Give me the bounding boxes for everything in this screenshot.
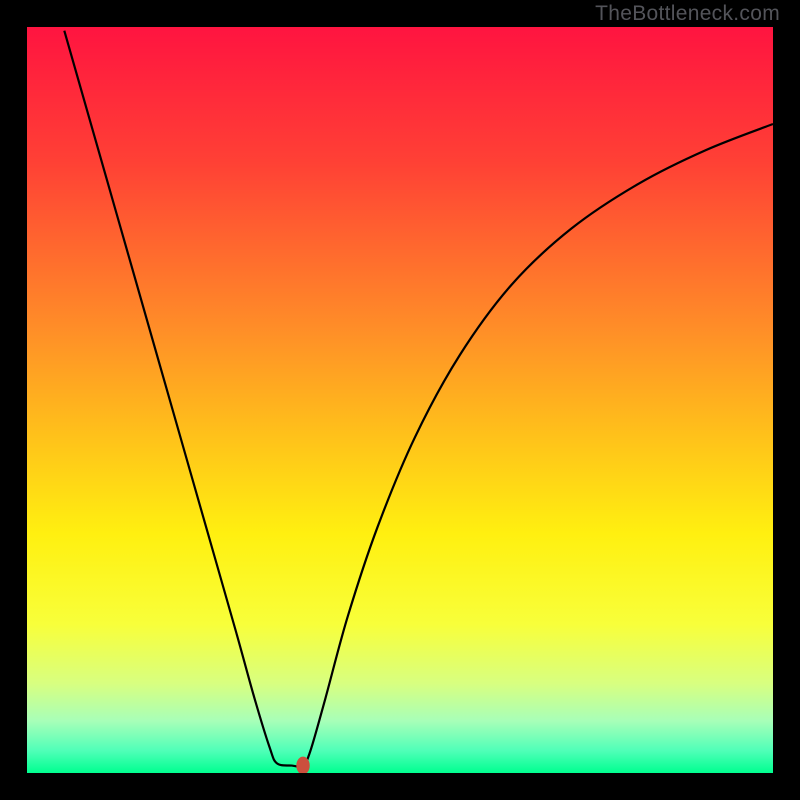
watermark-text: TheBottleneck.com xyxy=(595,2,780,26)
chart-frame: TheBottleneck.com xyxy=(0,0,800,800)
chart-svg xyxy=(27,27,773,773)
plot-area xyxy=(27,27,773,773)
chart-background xyxy=(27,27,773,773)
